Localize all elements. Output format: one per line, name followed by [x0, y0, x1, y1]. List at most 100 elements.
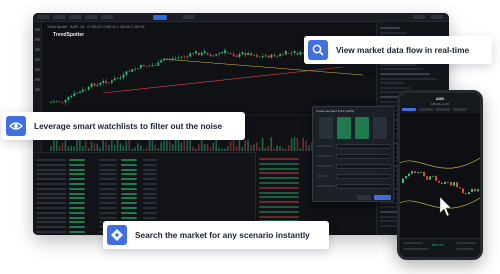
value-input[interactable]: [336, 154, 391, 159]
scanner-cell[interactable]: [36, 183, 66, 185]
trade-row: [259, 215, 299, 218]
scanner-cell: [69, 231, 85, 233]
watchlist-row[interactable]: [380, 77, 437, 80]
toolbar-item[interactable]: [37, 15, 49, 19]
zoom-tool-icon[interactable]: [35, 88, 40, 91]
measure-tool-icon[interactable]: [35, 78, 40, 81]
candle: [90, 83, 93, 87]
fib-tool-icon[interactable]: [35, 48, 40, 51]
scanner-cell[interactable]: [36, 163, 66, 166]
text-tool-icon[interactable]: [35, 68, 40, 71]
volume-bar: [111, 140, 113, 151]
cursor-tool-icon[interactable]: [35, 28, 40, 31]
scanner-cell[interactable]: [36, 202, 66, 205]
scanner-cell: [121, 216, 137, 219]
watchlist-row[interactable]: [380, 27, 400, 29]
candle: [402, 178, 404, 183]
candle: [192, 53, 194, 54]
toolbar-item[interactable]: [53, 15, 65, 19]
expiration-input[interactable]: [336, 174, 391, 179]
brush-tool-icon[interactable]: [35, 58, 40, 61]
mobile-chart[interactable]: [400, 133, 480, 233]
alert-type-card[interactable]: [373, 117, 387, 139]
volume-bar: [195, 148, 197, 151]
mobile-tab[interactable]: [436, 108, 450, 111]
scanner-cell[interactable]: [36, 168, 66, 171]
candle: [140, 65, 142, 69]
candle: [420, 171, 422, 173]
scanner-cell[interactable]: [36, 216, 66, 219]
volume-bar: [221, 148, 223, 151]
toolbar-item[interactable]: [183, 15, 195, 19]
watchlist-row[interactable]: [380, 63, 416, 66]
watchlist-row[interactable]: [380, 73, 430, 75]
scanner-cell[interactable]: [36, 207, 66, 209]
volume-bar: [163, 138, 165, 151]
volume-bar: [58, 146, 61, 151]
scanner-cell[interactable]: [36, 159, 66, 161]
scanner-cell: [121, 211, 137, 214]
toolbar-item[interactable]: [69, 15, 81, 19]
line-tool-icon[interactable]: [35, 38, 40, 41]
scanner-cell: [143, 168, 157, 171]
mobile-tab[interactable]: [419, 108, 433, 111]
watchlist-row[interactable]: [380, 86, 411, 89]
candle: [411, 171, 413, 174]
mobile-tab[interactable]: [402, 108, 416, 111]
mobile-ticker: AMD: [435, 97, 445, 101]
message-input[interactable]: [336, 184, 391, 189]
condition-input[interactable]: [336, 144, 391, 149]
watchlist-row[interactable]: [380, 82, 404, 85]
mobile-tab[interactable]: [453, 108, 467, 111]
field-label: [317, 185, 335, 187]
volume-bar: [183, 139, 186, 151]
toolbar-item[interactable]: [101, 15, 113, 19]
candle: [224, 50, 226, 53]
volume-bar: [273, 148, 275, 151]
candle: [264, 55, 267, 57]
alert-type-card-selected[interactable]: [337, 117, 351, 139]
toolbar-item[interactable]: [413, 15, 425, 19]
volume-bar: [67, 146, 70, 151]
scanner-cell: [99, 168, 117, 171]
watchlist-row[interactable]: [380, 31, 407, 34]
scanner-cell: [143, 202, 157, 205]
candle: [468, 192, 470, 195]
candle: [82, 89, 84, 92]
toolbar-item[interactable]: [85, 15, 97, 19]
scanner-cell[interactable]: [36, 221, 66, 224]
create-button[interactable]: [374, 195, 391, 200]
scanner-cell[interactable]: [36, 231, 66, 233]
volume-bar: [253, 144, 255, 151]
candle: [423, 171, 425, 177]
trigger-input[interactable]: [336, 164, 391, 169]
alert-type-card[interactable]: [319, 117, 333, 139]
scanner-cell[interactable]: [36, 197, 66, 200]
field-label: [317, 175, 329, 177]
candle: [285, 51, 287, 55]
candle: [282, 54, 284, 55]
volume-bar: [73, 146, 75, 151]
toolbar-item[interactable]: [431, 15, 443, 19]
scanner-cell[interactable]: [36, 192, 66, 195]
scanner-cell[interactable]: [36, 187, 66, 190]
scanner-cell: [99, 183, 117, 185]
candle: [206, 53, 209, 55]
scanner-cell[interactable]: [36, 226, 66, 229]
scanner-cell[interactable]: [36, 173, 66, 176]
cancel-button[interactable]: [357, 195, 371, 200]
candle: [215, 53, 218, 56]
scanner-cell[interactable]: [36, 211, 66, 214]
candle: [241, 52, 244, 55]
watchlist-row[interactable]: [380, 68, 423, 71]
volume-bar: [160, 141, 162, 151]
alert-type-card-selected[interactable]: [355, 117, 369, 139]
scanner-cell: [69, 211, 85, 214]
volume-bar: [180, 142, 183, 151]
scanner-cell: [121, 192, 137, 195]
toolbar-accent-button[interactable]: [153, 15, 167, 20]
trend-line[interactable]: [102, 66, 344, 94]
volume-bar: [128, 139, 130, 151]
scanner-cell[interactable]: [36, 178, 66, 181]
volume-bar: [258, 147, 261, 151]
